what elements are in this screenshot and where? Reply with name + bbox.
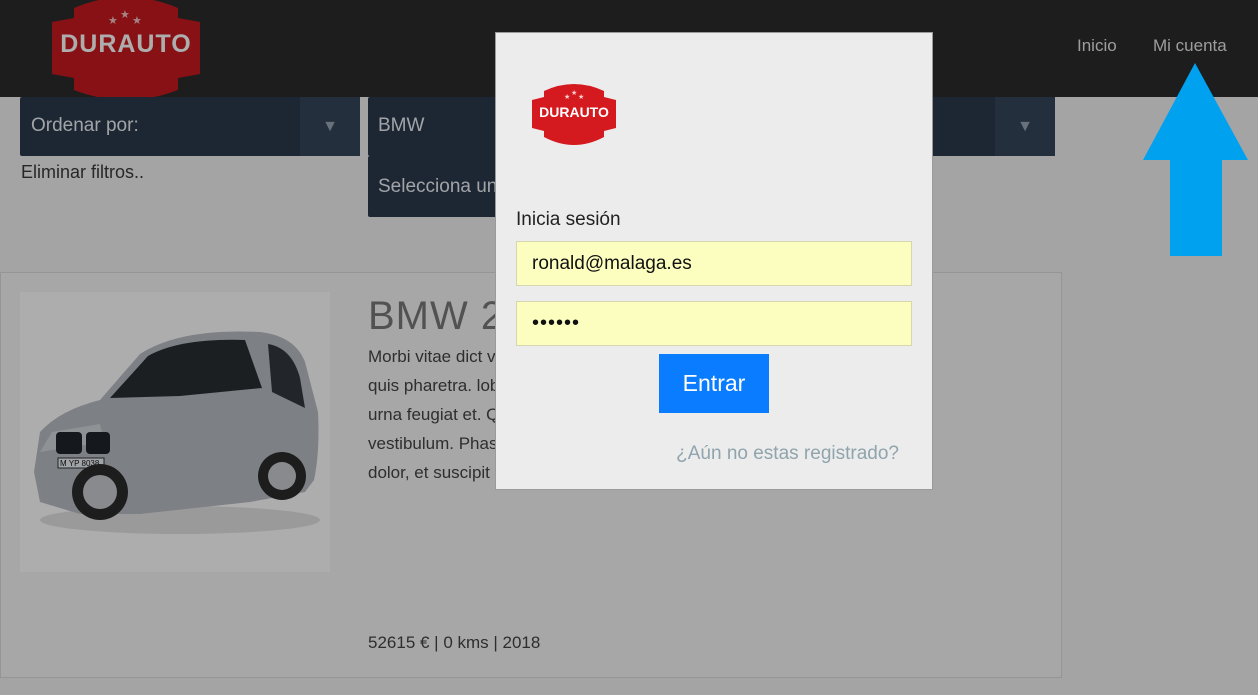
email-field[interactable]: ronald@malaga.es <box>516 241 912 286</box>
login-submit-button[interactable]: Entrar <box>659 354 769 413</box>
svg-text:★: ★ <box>564 93 570 101</box>
register-link[interactable]: ¿Aún no estas registrado? <box>676 443 899 465</box>
svg-text:★: ★ <box>571 89 577 97</box>
login-modal: ★ ★ ★ DURAUTO Inicia sesión ronald@malag… <box>495 32 933 490</box>
password-field[interactable]: •••••• <box>516 301 912 346</box>
svg-text:★: ★ <box>578 93 584 101</box>
durauto-logo: ★ ★ ★ DURAUTO <box>532 84 616 145</box>
svg-text:DURAUTO: DURAUTO <box>539 104 609 120</box>
login-heading: Inicia sesión <box>516 209 621 230</box>
arrow-up-annotation-icon <box>1143 63 1248 256</box>
